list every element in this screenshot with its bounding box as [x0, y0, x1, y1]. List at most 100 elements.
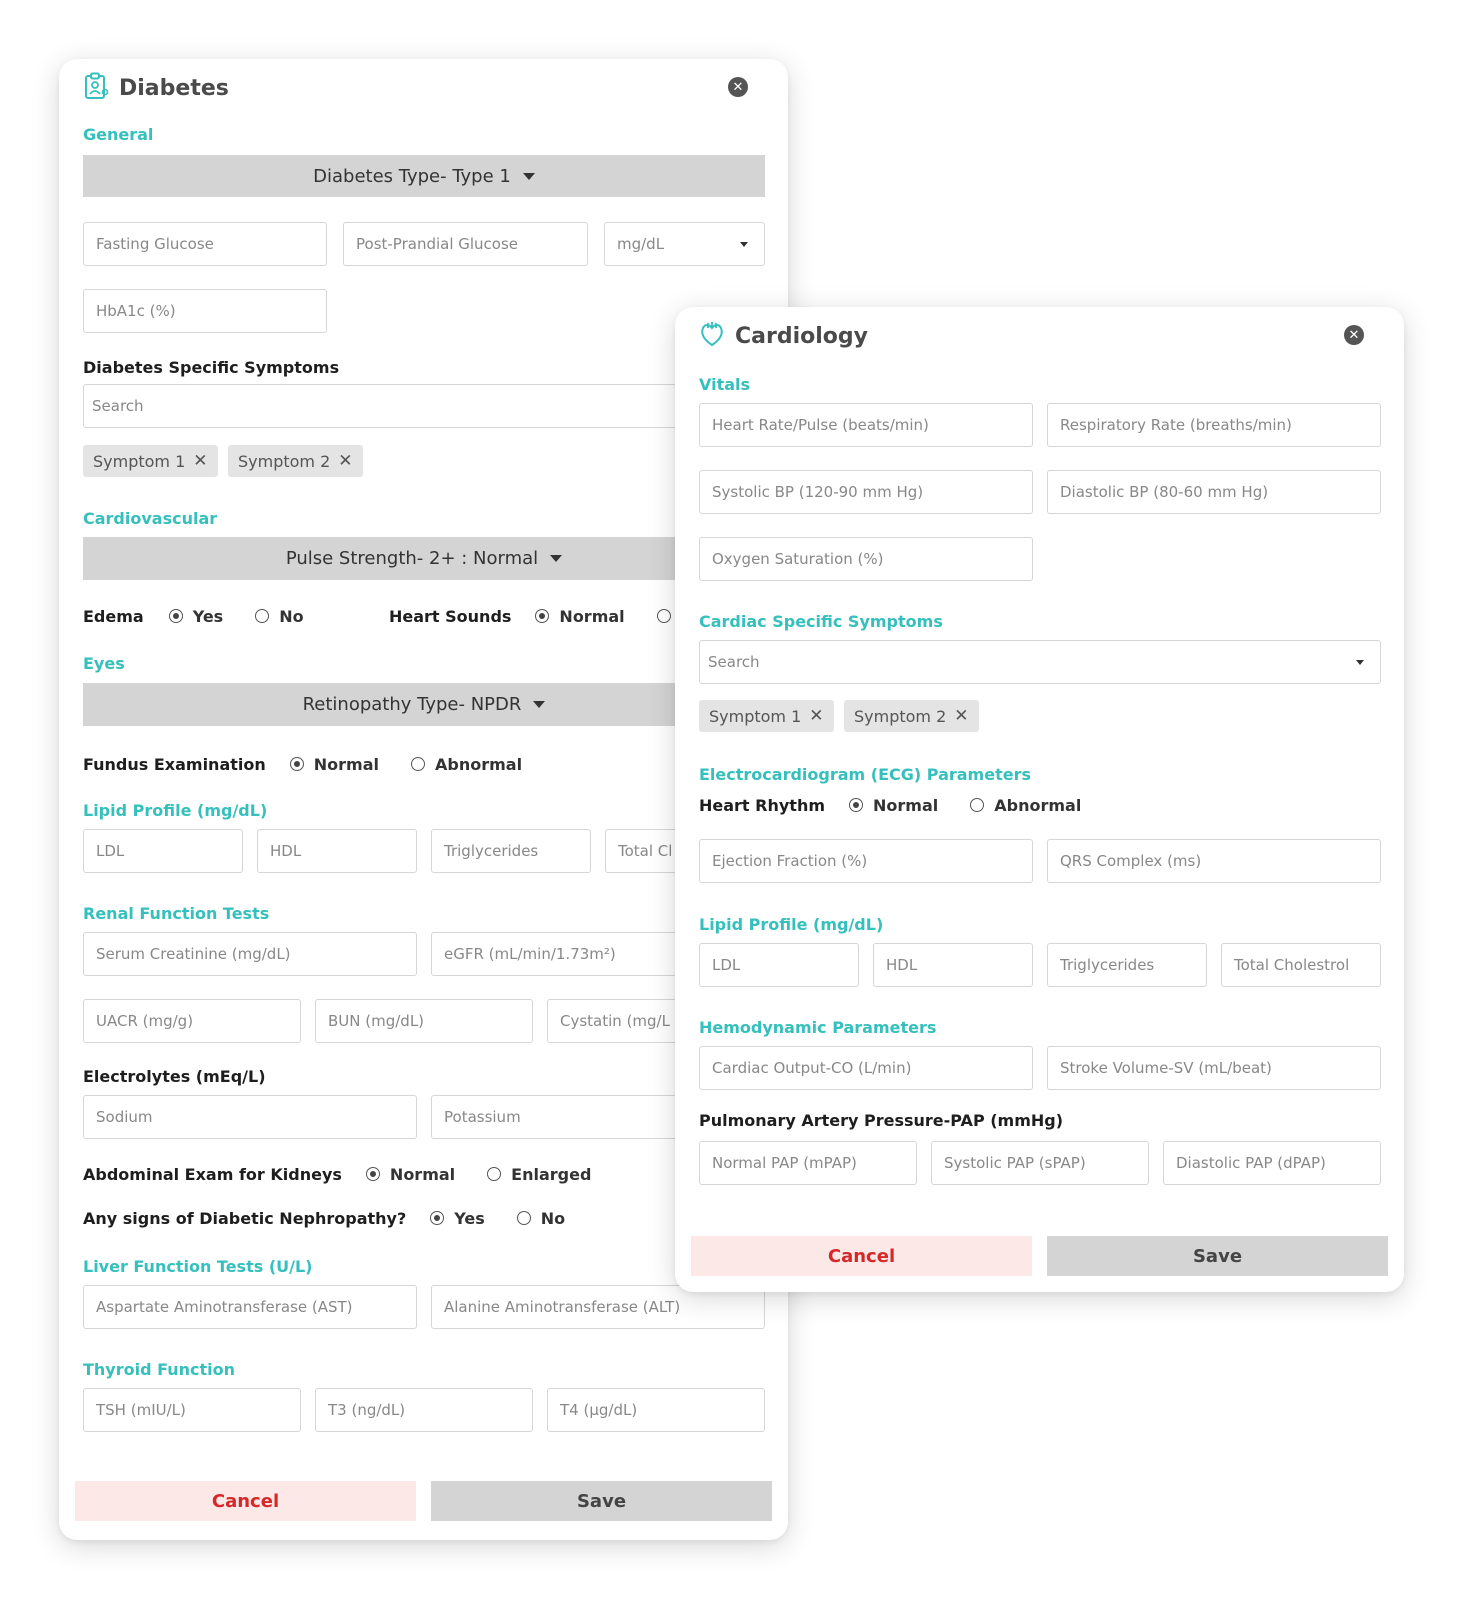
chip-label: Symptom 1 — [709, 706, 802, 726]
heart-rhythm-row: Heart Rhythm Normal Abnormal — [699, 793, 1081, 817]
fundus-normal-label: Normal — [313, 754, 379, 774]
edema-yes-radio[interactable] — [168, 609, 183, 623]
glucose-unit-select[interactable]: mg/dL — [604, 222, 765, 266]
heart-sounds-normal-radio[interactable] — [535, 609, 550, 623]
tsh-input[interactable]: TSH (mIU/L) — [83, 1388, 301, 1432]
chip-label: Symptom 2 — [238, 451, 331, 471]
stroke-volume-input[interactable]: Stroke Volume-SV (mL/beat) — [1047, 1046, 1381, 1090]
respiratory-rate-input[interactable]: Respiratory Rate (breaths/min) — [1047, 403, 1381, 447]
section-vitals: Vitals — [699, 375, 751, 394]
caret-down-icon — [533, 701, 546, 708]
oxygen-saturation-input[interactable]: Oxygen Saturation (%) — [699, 537, 1033, 581]
cardiac-output-input[interactable]: Cardiac Output-CO (L/min) — [699, 1046, 1033, 1090]
rhythm-abnormal-label: Abnormal — [994, 795, 1082, 815]
caret-down-icon — [1356, 659, 1364, 665]
nephropathy-no-radio[interactable] — [516, 1211, 531, 1225]
retinopathy-dropdown[interactable]: Retinopathy Type- NPDR — [83, 683, 765, 726]
diabetes-header: Diabetes — [83, 72, 229, 103]
section-renal: Renal Function Tests — [83, 904, 270, 923]
fundus-normal-radio[interactable] — [289, 757, 304, 771]
hdl-input[interactable]: HDL — [257, 829, 417, 873]
hba1c-input[interactable]: HbA1c (%) — [83, 289, 327, 333]
close-icon[interactable]: ✕ — [954, 706, 968, 726]
kidney-exam-row: Abdominal Exam for Kidneys Normal Enlarg… — [83, 1162, 591, 1186]
spap-input[interactable]: Systolic PAP (sPAP) — [931, 1141, 1149, 1185]
section-lipid: Lipid Profile (mg/dL) — [83, 801, 268, 820]
diastolic-bp-input[interactable]: Diastolic BP (80-60 mm Hg) — [1047, 470, 1381, 514]
mpap-input[interactable]: Normal PAP (mPAP) — [699, 1141, 917, 1185]
ast-input[interactable]: Aspartate Aminotransferase (AST) — [83, 1285, 417, 1329]
section-eyes: Eyes — [83, 654, 125, 673]
chip-label: Symptom 2 — [854, 706, 947, 726]
diabetes-title: Diabetes — [119, 75, 229, 101]
cardiology-header: Cardiology — [699, 321, 868, 351]
nephropathy-label: Any signs of Diabetic Nephropathy? — [83, 1208, 407, 1228]
fasting-glucose-input[interactable]: Fasting Glucose — [83, 222, 327, 266]
kidney-exam-label: Abdominal Exam for Kidneys — [83, 1164, 342, 1184]
diabetes-symptoms-search[interactable]: Search — [83, 384, 765, 428]
close-icon[interactable]: ✕ — [728, 77, 748, 97]
nephropathy-row: Any signs of Diabetic Nephropathy? Yes N… — [83, 1206, 565, 1230]
close-icon[interactable]: ✕ — [193, 451, 207, 471]
qrs-complex-input[interactable]: QRS Complex (ms) — [1047, 839, 1381, 883]
section-lipid: Lipid Profile (mg/dL) — [699, 915, 884, 934]
post-prandial-glucose-input[interactable]: Post-Prandial Glucose — [343, 222, 588, 266]
rhythm-normal-radio[interactable] — [849, 798, 863, 812]
kidney-normal-label: Normal — [389, 1164, 456, 1184]
section-cardiovascular: Cardiovascular — [83, 509, 218, 528]
search-placeholder: Search — [708, 653, 760, 671]
bun-input[interactable]: BUN (mg/dL) — [315, 999, 533, 1043]
cardiac-symptoms-search[interactable]: Search — [699, 640, 1381, 684]
triglycerides-input[interactable]: Triglycerides — [431, 829, 591, 873]
kidney-enlarged-label: Enlarged — [511, 1164, 592, 1184]
nephropathy-yes-label: Yes — [454, 1208, 485, 1228]
ldl-input[interactable]: LDL — [83, 829, 243, 873]
retinopathy-value: Retinopathy Type- NPDR — [302, 694, 522, 715]
heart-sounds-label: Heart Sounds — [389, 606, 512, 626]
section-hemodynamic: Hemodynamic Parameters — [699, 1018, 937, 1037]
ejection-fraction-input[interactable]: Ejection Fraction (%) — [699, 839, 1033, 883]
systolic-bp-input[interactable]: Systolic BP (120-90 mm Hg) — [699, 470, 1033, 514]
cancel-button[interactable]: Cancel — [75, 1481, 416, 1521]
close-icon[interactable]: ✕ — [1344, 325, 1364, 345]
hdl-input[interactable]: HDL — [873, 943, 1033, 987]
nephropathy-yes-radio[interactable] — [430, 1211, 445, 1225]
heart-sounds-normal-label: Normal — [559, 606, 625, 626]
pulse-strength-value: Pulse Strength- 2+ : Normal — [285, 548, 539, 569]
t3-input[interactable]: T3 (ng/dL) — [315, 1388, 533, 1432]
pap-heading: Pulmonary Artery Pressure-PAP (mmHg) — [699, 1111, 1064, 1130]
t4-input[interactable]: T4 (µg/dL) — [547, 1388, 765, 1432]
save-button[interactable]: Save — [1047, 1236, 1388, 1276]
total-cholesterol-input[interactable]: Total Cholestrol — [1221, 943, 1381, 987]
ldl-input[interactable]: LDL — [699, 943, 859, 987]
cardiology-modal: Cardiology ✕ Vitals Heart Rate/Pulse (be… — [675, 307, 1404, 1292]
heart-rhythm-label: Heart Rhythm — [699, 795, 825, 815]
serum-creatinine-input[interactable]: Serum Creatinine (mg/dL) — [83, 932, 417, 976]
pulse-strength-dropdown[interactable]: Pulse Strength- 2+ : Normal — [83, 537, 765, 580]
fundus-abnormal-radio[interactable] — [411, 757, 425, 771]
kidney-enlarged-radio[interactable] — [487, 1167, 502, 1181]
kidney-normal-radio[interactable] — [365, 1167, 380, 1181]
diabetes-type-value: Diabetes Type- Type 1 — [313, 165, 511, 187]
uacr-input[interactable]: UACR (mg/g) — [83, 999, 301, 1043]
section-cardiac-symptoms: Cardiac Specific Symptoms — [699, 612, 943, 631]
triglycerides-input[interactable]: Triglycerides — [1047, 943, 1207, 987]
heart-rate-input[interactable]: Heart Rate/Pulse (beats/min) — [699, 403, 1033, 447]
save-button[interactable]: Save — [431, 1481, 772, 1521]
edema-no-label: No — [279, 606, 304, 626]
dpap-input[interactable]: Diastolic PAP (dPAP) — [1163, 1141, 1381, 1185]
heart-sounds-other-radio[interactable] — [656, 609, 671, 623]
cardiology-title: Cardiology — [735, 323, 868, 349]
section-general: General — [83, 125, 154, 144]
heart-sounds-row: Heart Sounds Normal — [389, 604, 671, 628]
cancel-button[interactable]: Cancel — [691, 1236, 1032, 1276]
close-icon[interactable]: ✕ — [809, 706, 823, 726]
close-icon[interactable]: ✕ — [338, 451, 352, 471]
edema-yes-label: Yes — [192, 606, 224, 626]
rhythm-abnormal-radio[interactable] — [970, 798, 985, 812]
caret-down-icon — [550, 555, 563, 562]
diabetes-type-dropdown[interactable]: Diabetes Type- Type 1 — [83, 155, 765, 197]
fundus-label: Fundus Examination — [83, 754, 266, 774]
sodium-input[interactable]: Sodium — [83, 1095, 417, 1139]
edema-no-radio[interactable] — [255, 609, 270, 623]
